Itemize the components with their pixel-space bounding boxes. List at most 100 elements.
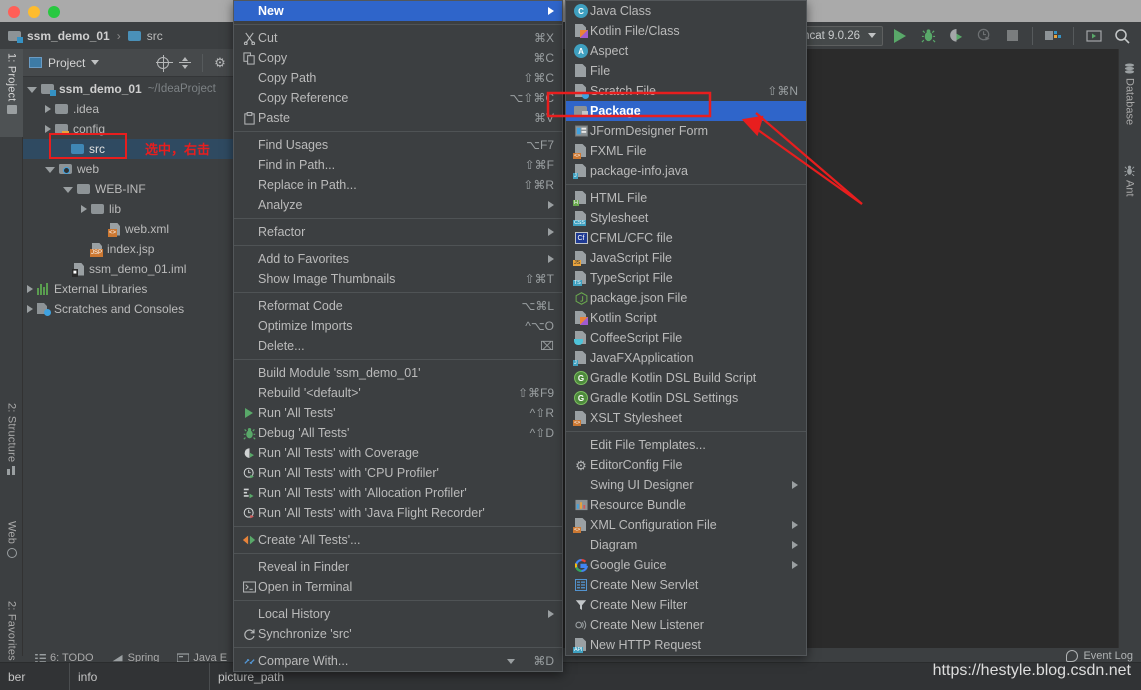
menu-item-copy-path[interactable]: Copy Path ⇧⌘C — [234, 68, 562, 88]
event-log-label[interactable]: Event Log — [1083, 650, 1133, 662]
profiler-button[interactable] — [973, 25, 995, 47]
menu-item-delete[interactable]: Delete... ⌧ — [234, 336, 562, 356]
submenu-item-create-new-filter[interactable]: Create New Filter — [566, 595, 806, 615]
submenu-item-package-json-file[interactable]: package.json File — [566, 288, 806, 308]
submenu-item-resource-bundle[interactable]: Resource Bundle — [566, 495, 806, 515]
sidebar-item-database[interactable]: Database — [1118, 59, 1141, 143]
run-with-coverage-button[interactable] — [945, 25, 967, 47]
submenu-item-google-guice[interactable]: Google Guice — [566, 555, 806, 575]
submenu-item-kotlin-file-class[interactable]: Kotlin File/Class — [566, 21, 806, 41]
breadcrumb-item-src[interactable]: src — [127, 29, 163, 43]
menu-item-new[interactable]: New — [234, 1, 562, 21]
menu-item-replace-in-path[interactable]: Replace in Path... ⇧⌘R — [234, 175, 562, 195]
submenu-item-coffeescript-file[interactable]: CoffeeScript File — [566, 328, 806, 348]
menu-item-local-history[interactable]: Local History — [234, 604, 562, 624]
menu-item-debug-all-tests[interactable]: Debug 'All Tests' ^⇧D — [234, 423, 562, 443]
menu-item-create-all-tests-config[interactable]: Create 'All Tests'... — [234, 530, 562, 550]
menu-item-run-with-coverage[interactable]: Run 'All Tests' with Coverage — [234, 443, 562, 463]
db-column-header[interactable]: ber — [0, 662, 70, 690]
chevron-down-icon[interactable] — [507, 658, 516, 664]
menu-item-run-cpu-profiler[interactable]: Run 'All Tests' with 'CPU Profiler' — [234, 463, 562, 483]
submenu-item-kotlin-script[interactable]: Kotlin Script — [566, 308, 806, 328]
submenu-item-gradle-kotlin-dsl-settings[interactable]: G Gradle Kotlin DSL Settings — [566, 388, 806, 408]
build-button[interactable] — [1042, 25, 1064, 47]
submenu-item-html-file[interactable]: H HTML File — [566, 188, 806, 208]
minimize-window-button[interactable] — [28, 6, 40, 18]
chevron-down-icon[interactable] — [91, 60, 100, 65]
chevron-down-icon[interactable] — [27, 87, 37, 93]
submenu-item-cfml-cfc-file[interactable]: Cf CFML/CFC file — [566, 228, 806, 248]
tree-node-external-libraries[interactable]: External Libraries — [23, 279, 234, 299]
submenu-item-gradle-kotlin-dsl-build-script[interactable]: G Gradle Kotlin DSL Build Script — [566, 368, 806, 388]
menu-item-compare-with[interactable]: Compare With... ⌘D — [234, 651, 562, 671]
search-everywhere-button[interactable] — [1111, 25, 1133, 47]
submenu-item-java-class[interactable]: C Java Class — [566, 1, 806, 21]
sidebar-item-ant[interactable]: Ant — [1118, 161, 1141, 209]
menu-item-reformat-code[interactable]: Reformat Code ⌥⌘L — [234, 296, 562, 316]
sidebar-item-structure[interactable]: 2: Structure — [0, 399, 23, 503]
select-opened-file-button[interactable] — [1083, 25, 1105, 47]
menu-item-reveal-in-finder[interactable]: Reveal in Finder — [234, 557, 562, 577]
db-column-header[interactable]: info — [70, 662, 210, 690]
project-settings-button[interactable]: ⚙ — [212, 55, 228, 71]
tree-node-scratches[interactable]: Scratches and Consoles — [23, 299, 234, 319]
run-button[interactable] — [889, 25, 911, 47]
menu-item-refactor[interactable]: Refactor — [234, 222, 562, 242]
submenu-item-new-http-request[interactable]: API New HTTP Request — [566, 635, 806, 655]
tree-node-ssm_demo_01[interactable]: ssm_demo_01 ~/IdeaProject — [23, 79, 234, 99]
menu-item-open-in-terminal[interactable]: Open in Terminal — [234, 577, 562, 597]
submenu-item-scratch-file[interactable]: Scratch File ⇧⌘N — [566, 81, 806, 101]
menu-item-analyze[interactable]: Analyze — [234, 195, 562, 215]
stop-button[interactable] — [1001, 25, 1023, 47]
tree-node-idea[interactable]: .idea — [23, 99, 234, 119]
submenu-item-javascript-file[interactable]: JS JavaScript File — [566, 248, 806, 268]
menu-item-copy-reference[interactable]: Copy Reference ⌥⇧⌘C — [234, 88, 562, 108]
submenu-item-stylesheet[interactable]: CSS Stylesheet — [566, 208, 806, 228]
tree-node-web[interactable]: web — [23, 159, 234, 179]
tree-node-webinf[interactable]: WEB-INF — [23, 179, 234, 199]
tree-node-lib[interactable]: lib — [23, 199, 234, 219]
submenu-item-create-new-listener[interactable]: Create New Listener — [566, 615, 806, 635]
submenu-item-file[interactable]: File — [566, 61, 806, 81]
menu-item-run-allocation-profiler[interactable]: Run 'All Tests' with 'Allocation Profile… — [234, 483, 562, 503]
chevron-down-icon[interactable] — [63, 187, 73, 193]
chevron-right-icon[interactable] — [81, 205, 87, 213]
chevron-right-icon[interactable] — [45, 125, 51, 133]
menu-item-run-java-flight-recorder[interactable]: Run 'All Tests' with 'Java Flight Record… — [234, 503, 562, 523]
menu-item-rebuild[interactable]: Rebuild '<default>' ⇧⌘F9 — [234, 383, 562, 403]
chevron-right-icon[interactable] — [27, 305, 33, 313]
chevron-down-icon[interactable] — [45, 167, 55, 173]
submenu-item-diagram[interactable]: Diagram — [566, 535, 806, 555]
menu-item-run-all-tests[interactable]: Run 'All Tests' ^⇧R — [234, 403, 562, 423]
scroll-from-source-button[interactable] — [155, 55, 173, 72]
menu-item-paste[interactable]: Paste ⌘V — [234, 108, 562, 128]
menu-item-copy[interactable]: Copy ⌘C — [234, 48, 562, 68]
breadcrumb-item-module[interactable]: ssm_demo_01 — [8, 29, 110, 43]
menu-item-optimize-imports[interactable]: Optimize Imports ^⌥O — [234, 316, 562, 336]
submenu-item-package-info-java[interactable]: J package-info.java — [566, 161, 806, 181]
submenu-item-jformdesigner-form[interactable]: JFormDesigner Form — [566, 121, 806, 141]
chevron-right-icon[interactable] — [45, 105, 51, 113]
submenu-item-javafxapplication[interactable]: J JavaFXApplication — [566, 348, 806, 368]
submenu-item-package[interactable]: Package — [566, 101, 806, 121]
tree-node-indexjsp[interactable]: JSP index.jsp — [23, 239, 234, 259]
submenu-item-edit-file-templates[interactable]: Edit File Templates... — [566, 435, 806, 455]
menu-item-synchronize-src[interactable]: Synchronize 'src' — [234, 624, 562, 644]
chevron-right-icon[interactable] — [27, 285, 33, 293]
menu-item-build-module[interactable]: Build Module 'ssm_demo_01' — [234, 363, 562, 383]
submenu-item-swing-ui-designer[interactable]: Swing UI Designer — [566, 475, 806, 495]
tree-node-config[interactable]: config — [23, 119, 234, 139]
tree-node-iml[interactable]: ■ ssm_demo_01.iml — [23, 259, 234, 279]
menu-item-add-to-favorites[interactable]: Add to Favorites — [234, 249, 562, 269]
submenu-item-create-new-servlet[interactable]: Create New Servlet — [566, 575, 806, 595]
menu-item-show-image-thumbnails[interactable]: Show Image Thumbnails ⇧⌘T — [234, 269, 562, 289]
menu-item-find-usages[interactable]: Find Usages ⌥F7 — [234, 135, 562, 155]
sidebar-item-web[interactable]: Web — [0, 517, 23, 585]
debug-button[interactable] — [917, 25, 939, 47]
zoom-window-button[interactable] — [48, 6, 60, 18]
submenu-item-fxml-file[interactable]: <> FXML File — [566, 141, 806, 161]
submenu-item-aspect[interactable]: A Aspect — [566, 41, 806, 61]
submenu-item-xslt-stylesheet[interactable]: <> XSLT Stylesheet — [566, 408, 806, 428]
menu-item-find-in-path[interactable]: Find in Path... ⇧⌘F — [234, 155, 562, 175]
submenu-item-xml-configuration-file[interactable]: <> XML Configuration File — [566, 515, 806, 535]
